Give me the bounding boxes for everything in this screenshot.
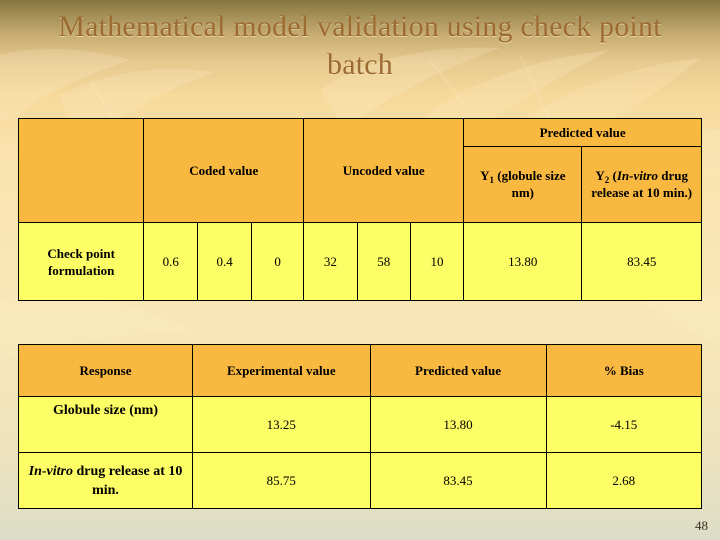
header-uncoded-value: Uncoded value <box>303 118 465 223</box>
cell-globule-bias: -4.15 <box>545 396 702 453</box>
header-response: Response <box>18 344 193 397</box>
page-title: Mathematical model validation using chec… <box>58 10 662 81</box>
slide-canvas: Mathematical model validation using chec… <box>0 0 720 540</box>
table-row: Response Experimental value Predicted va… <box>18 344 702 397</box>
cell-release-predicted: 83.45 <box>369 452 547 509</box>
check-point-formulation-table: Coded value Uncoded value Predicted valu… <box>17 118 702 301</box>
slide-number: 48 <box>695 518 708 533</box>
row-label-globule-size: Globule size (nm) <box>18 396 193 453</box>
cell-globule-predicted: 13.80 <box>369 396 547 453</box>
cell-release-experimental: 85.75 <box>191 452 371 509</box>
cell-uncoded-x1: 32 <box>303 222 358 301</box>
table-row: Globule size (nm) 13.25 13.80 -4.15 <box>18 396 702 453</box>
header-y2-subscript: 2 <box>604 175 610 185</box>
cell-uncoded-x2: 58 <box>356 222 411 301</box>
header-coded-value: Coded value <box>143 118 305 223</box>
cell-globule-experimental: 13.25 <box>191 396 371 453</box>
cell-coded-x1: 0.6 <box>143 222 199 301</box>
header-predicted-value: Predicted value <box>463 118 702 147</box>
header-y1-globule-size: Y1 (globule size nm) <box>463 146 583 223</box>
header-experimental-value: Experimental value <box>191 344 371 397</box>
cell-predicted-y2: 83.45 <box>581 222 702 301</box>
row-label-check-point-formulation: Check point formulation <box>17 222 145 301</box>
header-y1-rest: (globule size nm) <box>494 168 566 200</box>
table-row: Coded value Uncoded value Predicted valu… <box>17 118 702 223</box>
header-y2-open-paren: ( <box>609 168 617 183</box>
cell-uncoded-x3: 10 <box>409 222 465 301</box>
table-row: In-vitro drug release at 10 min. 85.75 8… <box>18 452 702 509</box>
header-y2-invitro-release: Y2 (In-vitro drug release at 10 min.) <box>581 146 702 223</box>
table-row: Check point formulation 0.6 0.4 0 32 58 … <box>17 222 702 301</box>
row-label-invitro-release: In-vitro drug release at 10 min. <box>18 452 193 509</box>
header-y1-subscript: 1 <box>489 175 495 185</box>
row-label-rest: drug release at 10 min. <box>72 463 183 498</box>
header-y2-prefix: Y <box>595 168 605 183</box>
header-blank-corner <box>17 118 145 223</box>
cell-predicted-y1: 13.80 <box>463 222 583 301</box>
header-y1-prefix: Y <box>480 168 490 183</box>
cell-coded-x3: 0 <box>251 222 305 301</box>
header-percent-bias: % Bias <box>545 344 702 397</box>
cell-release-bias: 2.68 <box>545 452 702 509</box>
header-predicted-value: Predicted value <box>369 344 547 397</box>
response-bias-table: Response Experimental value Predicted va… <box>18 344 702 509</box>
row-label-italic-term: In-vitro <box>28 463 73 479</box>
cell-coded-x2: 0.4 <box>197 222 253 301</box>
header-y2-italic-term: In-vitro <box>616 168 659 183</box>
